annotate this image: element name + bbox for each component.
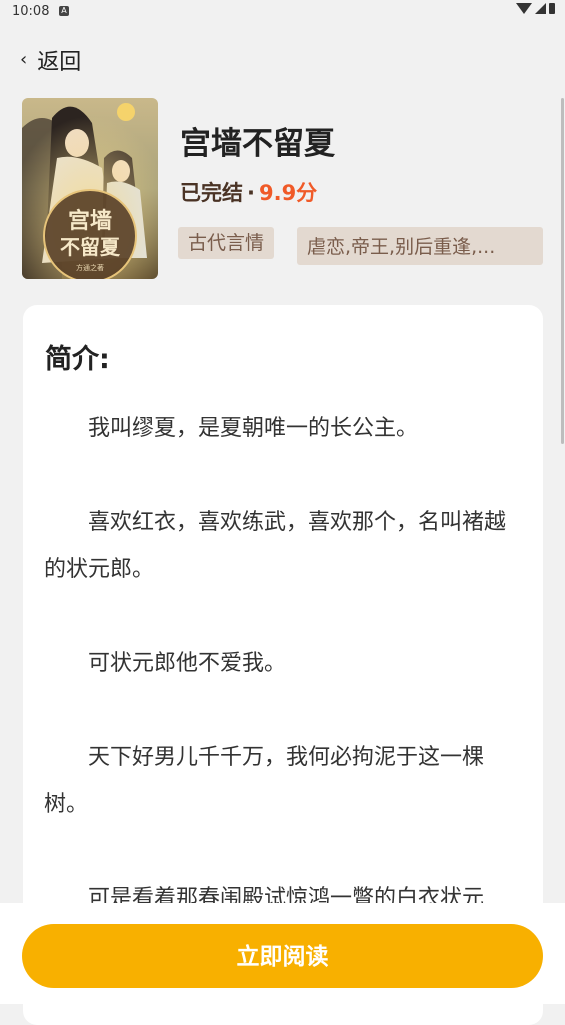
keywords-tag[interactable]: 虐恋,帝王,别后重逢,... (297, 227, 543, 265)
category-tag[interactable]: 古代言情 (178, 227, 275, 259)
book-score: 9.9分 (258, 181, 318, 205)
cover-title-line1: 宫墙 (68, 208, 112, 234)
intro-paragraph: 喜欢红衣，喜欢练武，喜欢那个，名叫褚越的状元郎。 (44, 510, 507, 582)
book-status-line: 已完结 · 9.9分 (180, 177, 317, 207)
cover-author: 方通之著 (76, 263, 104, 272)
battery-icon (549, 3, 555, 14)
status-separator: · (247, 181, 255, 205)
book-cover: 宫墙 不留夏 方通之著 (22, 98, 158, 279)
wifi-icon (516, 3, 532, 14)
cover-title-line2: 不留夏 (60, 235, 121, 259)
book-cover-art: 宫墙 不留夏 方通之著 (22, 98, 158, 279)
read-now-button[interactable]: 立即阅读 (22, 924, 543, 988)
intro-paragraph: 天下好男儿千千万，我何必拘泥于这一棵树。 (44, 745, 485, 817)
back-button[interactable]: ‹ 返回 (20, 44, 81, 76)
notification-icon: A (59, 6, 69, 16)
intro-heading: 简介: (45, 344, 110, 375)
status-bar: 10:08 A (0, 0, 565, 24)
system-icons (516, 3, 555, 14)
intro-paragraph: 我叫缪夏，是夏朝唯一的长公主。 (88, 416, 419, 441)
back-label: 返回 (37, 50, 82, 75)
book-title: 宫墙不留夏 (180, 126, 335, 162)
bottom-action-bar: 立即阅读 (0, 903, 565, 1004)
scrollbar[interactable] (561, 98, 564, 444)
completion-status: 已完结 (180, 181, 243, 205)
intro-paragraph: 可状元郎他不爱我。 (88, 651, 287, 676)
chevron-left-icon: ‹ (20, 49, 28, 70)
intro-text: 我叫缪夏，是夏朝唯一的长公主。 喜欢红衣，喜欢练武，喜欢那个，名叫褚越的状元郎。… (44, 405, 522, 969)
signal-icon (535, 3, 546, 14)
status-time: 10:08 (12, 4, 50, 19)
